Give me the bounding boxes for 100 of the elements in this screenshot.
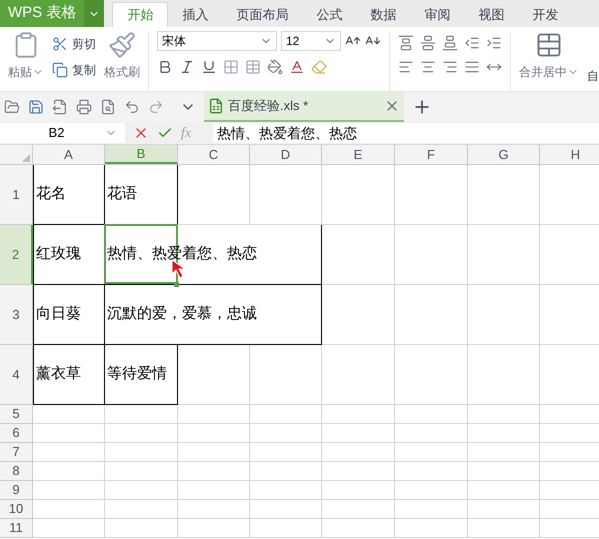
grid-cell[interactable] — [322, 424, 395, 443]
grid-cell[interactable] — [33, 462, 105, 481]
grid-cell[interactable] — [105, 481, 178, 500]
row-header[interactable]: 8 — [0, 462, 33, 481]
grid-cell[interactable] — [468, 500, 540, 519]
undo-icon[interactable] — [124, 99, 140, 115]
column-header[interactable]: D — [250, 145, 322, 164]
font-color-icon[interactable] — [289, 59, 305, 75]
grid-cell[interactable] — [178, 462, 250, 481]
grid-cell[interactable] — [468, 462, 540, 481]
grid-cell[interactable] — [468, 519, 540, 538]
folder-icon[interactable] — [4, 99, 20, 115]
justify-icon[interactable] — [464, 59, 480, 75]
ribbon-tab[interactable]: 审阅 — [410, 2, 464, 27]
grid-cell[interactable] — [322, 481, 395, 500]
grid-cell[interactable] — [105, 405, 178, 424]
grid-cell[interactable] — [178, 443, 250, 462]
select-all-icon[interactable] — [22, 154, 30, 162]
grid-cell[interactable] — [33, 500, 105, 519]
font-size-select[interactable]: 12 — [281, 31, 341, 51]
ribbon-tab[interactable]: 视图 — [464, 2, 518, 27]
align-top-icon[interactable] — [398, 35, 414, 51]
paste-button[interactable]: 粘贴 — [8, 63, 32, 81]
italic-icon[interactable] — [179, 59, 195, 75]
grid-cell[interactable] — [322, 165, 395, 225]
scissors-icon[interactable] — [52, 36, 68, 52]
grid-cell[interactable] — [395, 519, 468, 538]
grid-cell[interactable] — [322, 500, 395, 519]
grid-cell[interactable] — [105, 519, 178, 538]
grid-cell[interactable] — [250, 405, 322, 424]
grid-cell[interactable] — [178, 345, 250, 405]
grid-cell[interactable] — [250, 424, 322, 443]
fill-color-icon[interactable] — [267, 59, 283, 75]
grid-cell[interactable] — [468, 405, 540, 424]
export-icon[interactable] — [52, 99, 68, 115]
ribbon-tab[interactable]: 插入 — [168, 2, 222, 27]
name-box[interactable]: B2 — [0, 123, 125, 143]
grid-cell[interactable] — [33, 481, 105, 500]
wrap-button[interactable]: 自 — [587, 67, 599, 85]
grid-cell[interactable] — [322, 405, 395, 424]
indent-decrease-icon[interactable] — [464, 35, 480, 51]
column-header[interactable]: E — [322, 145, 395, 164]
format-painter-button[interactable]: 格式刷 — [104, 63, 140, 81]
fill-handle[interactable] — [174, 282, 179, 287]
grid-cell[interactable] — [250, 165, 322, 225]
grid-cell[interactable] — [105, 462, 178, 481]
merge-icon[interactable] — [535, 31, 563, 59]
printer-icon[interactable] — [76, 99, 92, 115]
grid-cell[interactable] — [178, 500, 250, 519]
grid-cell[interactable] — [322, 285, 395, 345]
column-header[interactable]: F — [395, 145, 468, 164]
grid-cell[interactable] — [178, 519, 250, 538]
grid-cell[interactable] — [250, 519, 322, 538]
eraser-icon[interactable] — [311, 59, 327, 75]
row-header[interactable]: 4 — [0, 345, 33, 405]
grid-cell[interactable] — [395, 165, 468, 225]
grid-cell[interactable] — [468, 285, 540, 345]
indent-increase-icon[interactable] — [486, 35, 502, 51]
grid-cell[interactable] — [33, 405, 105, 424]
font-select[interactable]: 宋体 — [157, 31, 277, 51]
align-middle-icon[interactable] — [420, 35, 436, 51]
redo-icon[interactable] — [148, 99, 164, 115]
grid-cell[interactable] — [395, 405, 468, 424]
grid-cell[interactable] — [250, 481, 322, 500]
grid-cell[interactable] — [250, 345, 322, 405]
grid-cell[interactable] — [105, 443, 178, 462]
grid-cell[interactable] — [395, 225, 468, 285]
grid-cell[interactable] — [395, 443, 468, 462]
underline-icon[interactable] — [201, 59, 217, 75]
grid-cell[interactable] — [395, 500, 468, 519]
grid-cell[interactable] — [395, 285, 468, 345]
column-header[interactable]: B — [105, 145, 178, 164]
align-bottom-icon[interactable] — [442, 35, 458, 51]
column-header[interactable]: H — [540, 145, 599, 164]
grid-cell[interactable] — [105, 424, 178, 443]
grid-cell[interactable] — [178, 405, 250, 424]
print-preview-icon[interactable] — [100, 99, 116, 115]
grid-cell[interactable] — [250, 462, 322, 481]
table-icon[interactable] — [245, 59, 261, 75]
ribbon-tab[interactable]: 开始 — [112, 2, 168, 27]
paintbrush-icon[interactable] — [108, 31, 136, 59]
align-left-icon[interactable] — [398, 59, 414, 75]
grid-cell[interactable] — [322, 462, 395, 481]
copy-icon[interactable] — [52, 62, 68, 78]
formula-field[interactable]: 热情、热爱着您、热恋 — [213, 123, 599, 143]
cut-button[interactable]: 剪切 — [72, 35, 96, 53]
ribbon-tab[interactable]: 数据 — [356, 2, 410, 27]
grid-cell[interactable] — [322, 225, 395, 285]
grid-cell[interactable] — [395, 424, 468, 443]
merge-center-button[interactable]: 合并居中 — [519, 63, 567, 81]
document-tab[interactable]: 百度经验.xls * — [204, 92, 404, 122]
ribbon-tab[interactable]: 开发 — [518, 2, 572, 27]
grid-cell[interactable] — [468, 225, 540, 285]
align-center-icon[interactable] — [420, 59, 436, 75]
row-header[interactable]: 7 — [0, 443, 33, 462]
grid-cell[interactable] — [468, 165, 540, 225]
grid-cell[interactable] — [178, 165, 250, 225]
grid-cell[interactable] — [395, 481, 468, 500]
ribbon-tab[interactable]: 公式 — [302, 2, 356, 27]
grid-cell[interactable] — [178, 481, 250, 500]
